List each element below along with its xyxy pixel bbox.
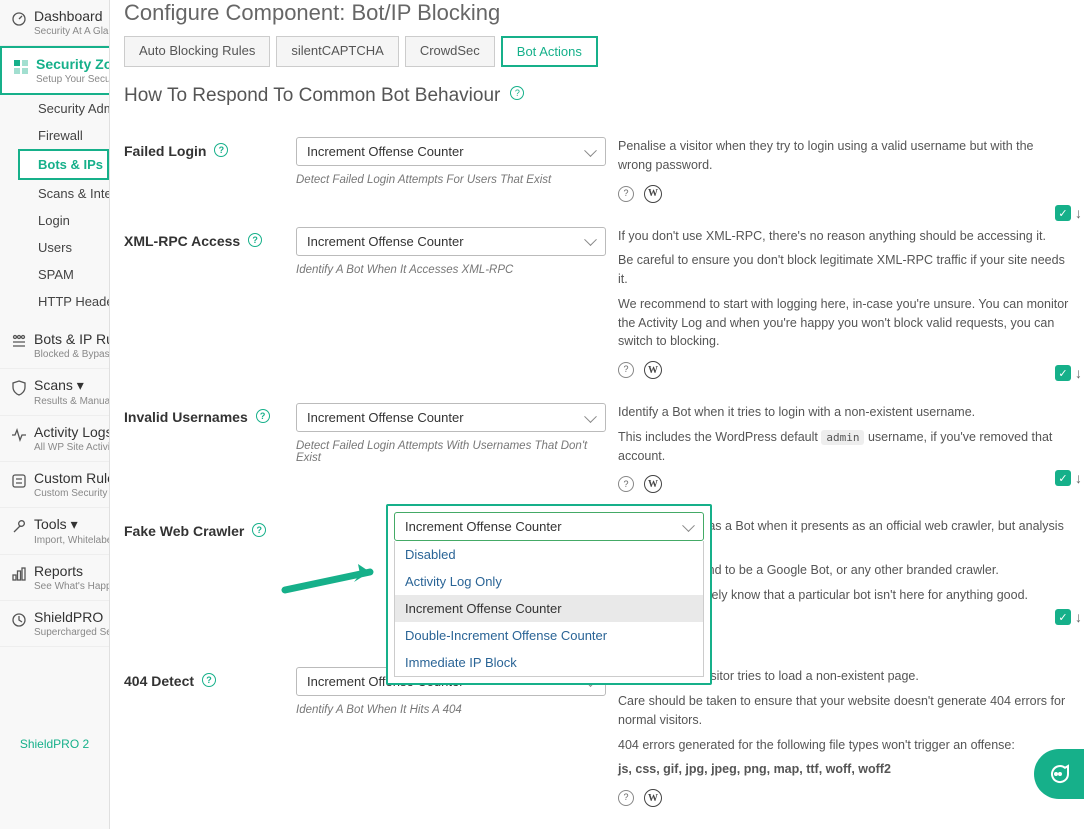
row-description: Penalise a visitor when they try to logi…: [618, 137, 1070, 203]
tab-crowdsec[interactable]: CrowdSec: [405, 36, 495, 67]
sidebar: DashboardSecurity At A Glance Security Z…: [0, 0, 110, 829]
tab-auto-blocking[interactable]: Auto Blocking Rules: [124, 36, 270, 67]
row-label: Invalid Usernames ?: [124, 403, 284, 426]
sidebar-children: Security Admin Firewall Bots & IPs Scans…: [0, 95, 109, 315]
main-panel: Configure Component: Bot/IP Blocking Aut…: [110, 0, 1084, 829]
row-label: Failed Login ?: [124, 137, 284, 160]
setting-row: Invalid Usernames ? Increment Offense Cou…: [124, 393, 1070, 507]
sidebar-item-custom-rules[interactable]: Custom RulesCustom Security Rules: [0, 462, 109, 508]
sidebar-child-bots-ips[interactable]: Bots & IPs: [18, 149, 109, 180]
help-icon[interactable]: ?: [256, 409, 270, 423]
sidebar-child-spam[interactable]: SPAM: [28, 261, 109, 288]
setting-row: Failed Login ? Increment Offense Counter D…: [124, 127, 1070, 217]
hint-arrow-icon: [280, 560, 390, 603]
help-link-icon[interactable]: ?: [618, 476, 634, 492]
code-admin: admin: [821, 430, 864, 445]
caption: Identify A Bot When It Hits A 404: [296, 704, 606, 716]
tabs: Auto Blocking Rules silentCAPTCHA CrowdS…: [124, 36, 1070, 67]
row-control: Increment Offense Counter Detect Failed L…: [296, 403, 606, 464]
sidebar-item-scans[interactable]: Scans ▾Results & Manual: [0, 369, 109, 416]
setting-row: XML-RPC Access ? Increment Offense Counte…: [124, 217, 1070, 394]
help-icon[interactable]: ?: [510, 86, 524, 100]
row-control: Increment Offense Counter Identify A Bot …: [296, 227, 606, 276]
expand-icon[interactable]: ↓: [1075, 205, 1082, 221]
zones-icon: [12, 58, 30, 76]
option-activity-log[interactable]: Activity Log Only: [395, 568, 703, 595]
option-disabled[interactable]: Disabled: [395, 541, 703, 568]
sidebar-item-tools[interactable]: Tools ▾Import, Whitelabel: [0, 508, 109, 555]
sidebar-child-security-admin[interactable]: Security Admin: [28, 95, 109, 122]
help-icon[interactable]: ?: [248, 233, 262, 247]
sidebar-child-login[interactable]: Login: [28, 207, 109, 234]
reports-icon: [10, 565, 28, 583]
expand-icon[interactable]: ↓: [1075, 365, 1082, 381]
pro-icon: [10, 611, 28, 629]
sidebar-label: Dashboard: [34, 8, 110, 24]
caption: Identify A Bot When It Accesses XML-RPC: [296, 264, 606, 276]
setting-row: Link Cheese ?Increment Offense CounterDe…: [124, 821, 1070, 829]
select-failed-login[interactable]: Increment Offense Counter: [296, 137, 606, 166]
caption: Detect Failed Login Attempts For Users T…: [296, 174, 606, 186]
expand-icon[interactable]: ↓: [1075, 470, 1082, 486]
help-icon[interactable]: ?: [214, 143, 228, 157]
dropdown-options: Disabled Activity Log Only Increment Off…: [394, 541, 704, 677]
sidebar-item-security-zones[interactable]: Security ZonesSetup Your Security: [0, 46, 109, 95]
sidebar-item-bots-ip-rules[interactable]: Bots & IP RulesBlocked & Bypass: [0, 323, 109, 369]
row-label: Fake Web Crawler ?: [124, 517, 284, 540]
tools-icon: [10, 518, 28, 536]
help-link-icon[interactable]: ?: [618, 362, 634, 378]
help-icon[interactable]: ?: [202, 673, 216, 687]
select-fake-web-crawler[interactable]: Increment Offense Counter: [394, 512, 704, 541]
row-label: XML-RPC Access ?: [124, 227, 284, 250]
sidebar-child-http-headers[interactable]: HTTP Headers: [28, 288, 109, 315]
help-link-icon[interactable]: ?: [618, 186, 634, 202]
fake-crawler-dropdown-expanded: Increment Offense Counter Disabled Activ…: [386, 504, 712, 685]
section-title: How To Respond To Common Bot Behaviour ?: [124, 85, 1070, 107]
option-increment[interactable]: Increment Offense Counter: [395, 595, 703, 622]
status-check-icon[interactable]: ✓: [1055, 470, 1071, 486]
tab-bot-actions[interactable]: Bot Actions: [501, 36, 598, 67]
row-description: If you don't use XML-RPC, there's no rea…: [618, 227, 1070, 380]
help-link-icon[interactable]: ?: [618, 790, 634, 806]
row-description: Detect when a visitor tries to load a no…: [618, 667, 1070, 807]
rules-icon: [10, 333, 28, 351]
wordpress-icon[interactable]: W: [644, 475, 662, 493]
sidebar-footer[interactable]: ShieldPRO 2: [0, 729, 109, 759]
option-double-increment[interactable]: Double-Increment Offense Counter: [395, 622, 703, 649]
sidebar-item-dashboard[interactable]: DashboardSecurity At A Glance: [0, 0, 109, 46]
wordpress-icon[interactable]: W: [644, 789, 662, 807]
custom-icon: [10, 472, 28, 490]
status-check-icon[interactable]: ✓: [1055, 365, 1071, 381]
sidebar-item-shieldpro[interactable]: ShieldPROSupercharged Security: [0, 601, 109, 647]
row-description: Identify a Bot when it tries to login wi…: [618, 403, 1070, 493]
help-icon[interactable]: ?: [252, 523, 266, 537]
row-status-controls: ✓↓: [1055, 205, 1082, 221]
sidebar-item-reports[interactable]: ReportsSee What's Happening: [0, 555, 109, 601]
row-label: 404 Detect ?: [124, 667, 284, 690]
wordpress-icon[interactable]: W: [644, 185, 662, 203]
row-control: Increment Offense Counter Detect Failed L…: [296, 137, 606, 186]
status-check-icon[interactable]: ✓: [1055, 205, 1071, 221]
page-title: Configure Component: Bot/IP Blocking: [124, 0, 1070, 36]
option-immediate-block[interactable]: Immediate IP Block: [395, 649, 703, 676]
gauge-icon: [10, 10, 28, 28]
caption: Detect Failed Login Attempts With Userna…: [296, 440, 606, 464]
chat-button[interactable]: [1034, 749, 1084, 799]
expand-icon[interactable]: ↓: [1075, 609, 1082, 625]
row-status-controls: ✓↓: [1055, 365, 1082, 381]
tab-silentcaptcha[interactable]: silentCAPTCHA: [276, 36, 398, 67]
shield-icon: [10, 379, 28, 397]
sidebar-child-firewall[interactable]: Firewall: [28, 122, 109, 149]
row-status-controls: ✓↓: [1055, 609, 1082, 625]
activity-icon: [10, 426, 28, 444]
sidebar-item-activity-logs[interactable]: Activity LogsAll WP Site Activity: [0, 416, 109, 462]
status-check-icon[interactable]: ✓: [1055, 609, 1071, 625]
select-invalid-usernames[interactable]: Increment Offense Counter: [296, 403, 606, 432]
sidebar-child-scans[interactable]: Scans & Integrity: [28, 180, 109, 207]
wordpress-icon[interactable]: W: [644, 361, 662, 379]
sidebar-child-users[interactable]: Users: [28, 234, 109, 261]
select-xml-rpc-access[interactable]: Increment Offense Counter: [296, 227, 606, 256]
row-status-controls: ✓↓: [1055, 470, 1082, 486]
